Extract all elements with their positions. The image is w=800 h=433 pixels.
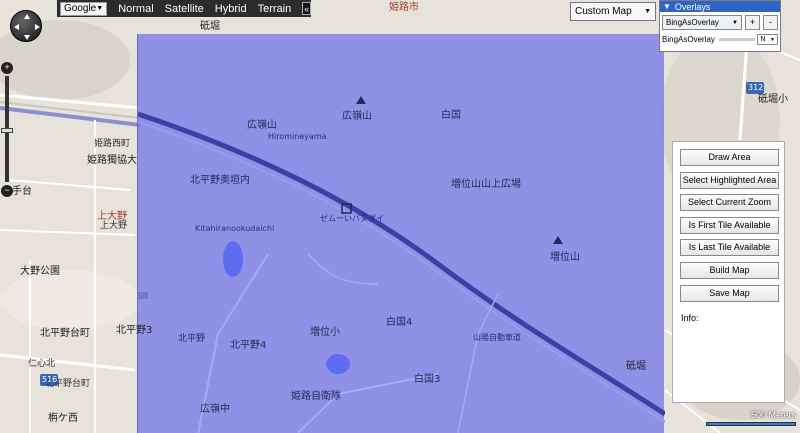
pan-control[interactable] — [10, 10, 42, 42]
map-label: 白国4 — [386, 317, 413, 328]
scale-bar: 500 Meters — [706, 410, 798, 430]
overlays-header[interactable]: ▼ Overlays — [660, 1, 780, 12]
pan-arrows-icon — [14, 14, 40, 40]
collapse-button[interactable]: « — [302, 2, 311, 15]
add-overlay-button[interactable]: + — [745, 15, 760, 30]
draw-area-button[interactable]: Draw Area — [680, 149, 779, 166]
provider-select[interactable]: Google ▼ — [60, 1, 108, 16]
map-label: 増位山 — [550, 252, 580, 263]
is-last-tile-available-button[interactable]: Is Last Tile Available — [680, 239, 779, 256]
zoom-out-button[interactable]: − — [1, 185, 13, 197]
map-label: 姫路自衛隊 — [291, 391, 341, 402]
map-label: 白国3 — [414, 374, 441, 385]
map-label: 山陽自動車道 — [473, 333, 521, 342]
overlay-selected: BingAsOverlay — [666, 18, 719, 27]
remove-overlay-button[interactable]: - — [763, 15, 778, 30]
highlighted-area-overlay[interactable] — [137, 34, 667, 433]
chevron-down-icon: ▼ — [96, 5, 104, 12]
map-label: 北平野4 — [230, 340, 267, 351]
map-label: 北平野奥垣内 — [190, 175, 250, 186]
overlay-opacity-slider[interactable] — [718, 38, 756, 41]
build-map-button[interactable]: Build Map — [680, 262, 779, 279]
maptype-satellite[interactable]: Satellite — [165, 3, 204, 15]
map-label: 広嶺中 — [200, 404, 230, 415]
overlay-mode-value: N — [760, 36, 766, 43]
map-label: 増位小 — [310, 327, 340, 338]
map-label: 北平野 — [178, 334, 206, 344]
overlays-panel: ▼ Overlays BingAsOverlay ▼ + - BingAsOve… — [659, 0, 781, 52]
map-label: 上大野 — [100, 221, 128, 231]
zoom-control: + − — [1, 62, 13, 197]
info-label: Info: — [681, 313, 699, 323]
zoom-slider-thumb[interactable] — [1, 128, 13, 133]
map-label: ゼムーいバヌダイ — [320, 214, 384, 223]
overlay-layer-name: BingAsOverlay — [662, 35, 715, 44]
zoom-in-button[interactable]: + — [1, 62, 13, 74]
map-type-bar: Google ▼ Normal Satellite Hybrid Terrain… — [57, 0, 311, 17]
route-number: 312 — [748, 83, 764, 92]
is-first-tile-available-button[interactable]: Is First Tile Available — [680, 217, 779, 234]
overlay-mode-select[interactable]: N ▼ — [757, 34, 778, 45]
custom-map-select[interactable]: Custom Map ▼ — [570, 2, 656, 21]
map-label: 広嶺山 — [247, 120, 277, 131]
scale-line — [706, 422, 796, 426]
map-label: 姫路市 — [389, 2, 419, 13]
tools-panel: Draw Area Select Highlighted Area Select… — [672, 141, 785, 403]
map-label: 北平野台町 — [40, 328, 90, 339]
route-number: 516 — [42, 375, 58, 384]
chevron-down-icon: ▼ — [732, 19, 738, 26]
chevron-down-icon: ▼ — [644, 8, 651, 15]
map-label: 北平野3 — [116, 325, 153, 336]
custom-map-selected: Custom Map — [575, 6, 632, 17]
map-label: 仁心北 — [28, 359, 56, 369]
select-highlighted-area-button[interactable]: Select Highlighted Area — [680, 172, 779, 189]
map-label: 砥堀小 — [758, 94, 788, 105]
map-label: 砥堀 — [200, 21, 220, 32]
map-label: Kitahiranookudaichi — [195, 224, 275, 233]
maptype-terrain[interactable]: Terrain — [258, 3, 292, 15]
map-label: 姫路西町 — [94, 139, 131, 149]
map-label: 増位山山上広場 — [451, 179, 521, 190]
collapse-triangle-icon: ▼ — [663, 2, 671, 11]
chevron-down-icon: ▼ — [770, 36, 775, 43]
overlays-title: Overlays — [674, 1, 711, 12]
map-label: 白国 — [441, 110, 461, 121]
map-label: 砥堀 — [626, 361, 646, 372]
overlay-select[interactable]: BingAsOverlay ▼ — [662, 15, 742, 30]
map-label: 姫路獨協大 — [87, 155, 137, 166]
overlay-map-graphics — [137, 96, 667, 433]
map-label: 大野公園 — [20, 266, 60, 277]
map-label: 栴ケ西 — [48, 413, 78, 424]
provider-selected: Google — [64, 3, 97, 14]
map-label: 広嶺山 — [342, 111, 372, 122]
select-current-zoom-button[interactable]: Select Current Zoom — [680, 194, 779, 211]
save-map-button[interactable]: Save Map — [680, 285, 779, 302]
maptype-hybrid[interactable]: Hybrid — [215, 3, 247, 15]
map-label: Hiromineyama — [268, 132, 327, 141]
maptype-normal[interactable]: Normal — [118, 3, 153, 15]
scale-text: 500 Meters — [750, 410, 796, 420]
